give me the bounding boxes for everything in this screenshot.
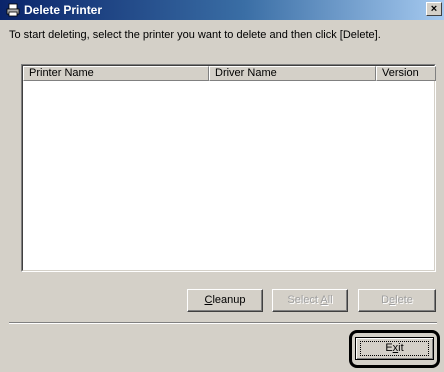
delete-button[interactable]: Delete bbox=[358, 289, 436, 312]
delete-printer-dialog: Delete Printer × To start deleting, sele… bbox=[0, 0, 444, 372]
instruction-text: To start deleting, select the printer yo… bbox=[9, 29, 381, 41]
exit-button[interactable]: Exit bbox=[355, 337, 434, 360]
cleanup-button[interactable]: Cleanup bbox=[187, 289, 263, 312]
printer-list[interactable]: Printer Name Driver Name Version bbox=[21, 64, 436, 272]
printer-icon bbox=[6, 3, 20, 17]
mnemonic: A bbox=[320, 294, 328, 306]
separator bbox=[9, 322, 437, 324]
column-header-version[interactable]: Version bbox=[376, 66, 436, 81]
close-icon: × bbox=[430, 3, 438, 15]
title-bar[interactable]: Delete Printer × bbox=[0, 0, 444, 20]
close-button[interactable]: × bbox=[426, 2, 442, 16]
window-title: Delete Printer bbox=[24, 3, 103, 17]
select-all-button[interactable]: Select All bbox=[272, 289, 348, 312]
column-header-driver-name[interactable]: Driver Name bbox=[209, 66, 376, 81]
column-header-printer-name[interactable]: Printer Name bbox=[23, 66, 209, 81]
